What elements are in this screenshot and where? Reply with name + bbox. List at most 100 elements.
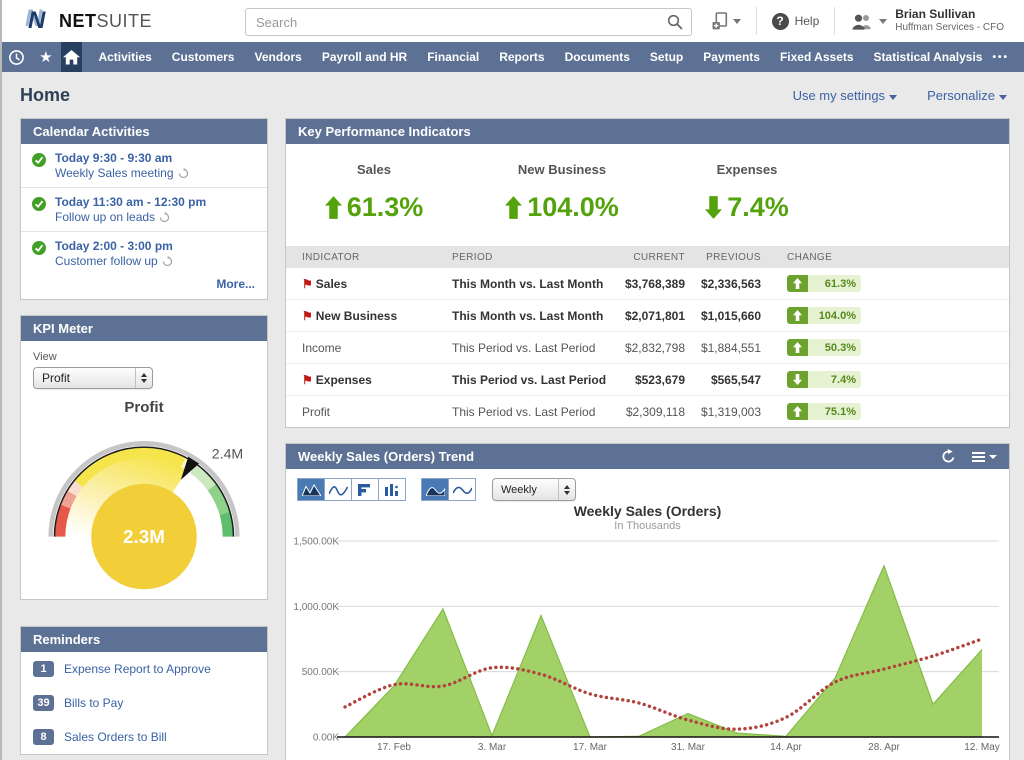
arrow-down-icon	[793, 374, 802, 385]
smooth-line-button[interactable]	[448, 478, 476, 501]
reminder-label: Expense Report to Approve	[64, 662, 211, 676]
change-badge: 7.4%	[787, 371, 861, 388]
kpi-row-income: IncomeThis Period vs. Last Period$2,832,…	[286, 331, 1009, 363]
x-axis-tick: 3. Mar	[478, 742, 507, 753]
shortcuts-button[interactable]: ★	[31, 42, 60, 72]
netsuite-logo[interactable]: NN NETSUITE	[24, 8, 152, 34]
search-icon[interactable]	[659, 14, 691, 30]
check-circle-icon	[32, 241, 46, 255]
change-badge: 50.3%	[787, 339, 861, 356]
nav-item-payroll-and-hr[interactable]: Payroll and HR	[312, 50, 417, 64]
kpi-change: 50.3%	[769, 339, 993, 356]
new-record-icon	[711, 12, 728, 30]
trend-period-select[interactable]: Weekly	[492, 478, 576, 501]
create-new-menu[interactable]	[696, 7, 756, 35]
nav-item-documents[interactable]: Documents	[555, 50, 640, 64]
kpi-period: This Period vs. Last Period	[452, 341, 617, 355]
arrow-up-icon	[793, 278, 802, 289]
help-icon: ?	[772, 13, 789, 30]
view-label: View	[33, 351, 255, 363]
main-nav: ★ ActivitiesCustomersVendorsPayroll and …	[2, 42, 1024, 72]
chart-type-line-button[interactable]	[324, 478, 352, 501]
nav-item-customers[interactable]: Customers	[162, 50, 245, 64]
reminder-sales-orders-to-bill[interactable]: 8Sales Orders to Bill	[21, 720, 267, 754]
nav-item-fixed-assets[interactable]: Fixed Assets	[770, 50, 864, 64]
home-tab[interactable]	[61, 42, 83, 72]
kpi-row-new-business: ⚑New BusinessThis Month vs. Last Month$2…	[286, 299, 1009, 331]
x-axis-tick: 28. Apr	[868, 742, 900, 753]
refresh-icon[interactable]	[941, 449, 956, 464]
nav-item-statistical-analysis[interactable]: Statistical Analysis	[864, 50, 993, 64]
use-my-settings-link[interactable]: Use my settings	[793, 88, 897, 103]
kpi-meter-panel-header: KPI Meter	[21, 316, 267, 341]
calendar-panel-header: Calendar Activities	[21, 119, 267, 144]
left-column: Calendar Activities Today 9:30 - 9:30 am…	[20, 118, 268, 760]
chart-type-column-button[interactable]	[378, 478, 406, 501]
user-role: Huffman Services - CFO	[895, 22, 1004, 35]
chart-type-area-button[interactable]	[297, 478, 325, 501]
user-icon	[850, 13, 874, 30]
kpi-current: $2,071,801	[617, 309, 685, 323]
x-axis-tick: 17. Feb	[377, 742, 411, 753]
column-chart-icon	[385, 484, 399, 496]
kpi-previous: $1,015,660	[685, 309, 769, 323]
y-axis-tick: 1,500.00K	[293, 537, 339, 548]
reminders-panel-header: Reminders	[21, 627, 267, 652]
calendar-item-1[interactable]: Today 9:30 - 9:30 amWeekly Sales meeting	[21, 144, 267, 187]
nav-item-activities[interactable]: Activities	[88, 50, 161, 64]
kpi-view-select[interactable]: Profit	[33, 367, 153, 389]
trend-chart: 0.00K500.00K1,000.00K1,500.00K17. Feb3. …	[287, 532, 1009, 760]
flag-icon: ⚑	[302, 373, 313, 387]
help-button[interactable]: ? Help	[756, 7, 835, 35]
kpi-previous: $1,884,551	[685, 341, 769, 355]
x-axis-tick: 31. Mar	[671, 742, 706, 753]
reminder-count-badge: 1	[33, 661, 54, 677]
trend-panel: Weekly Sales (Orders) Trend We	[285, 443, 1010, 760]
nav-overflow-button[interactable]: •••	[992, 52, 1009, 63]
arrow-up-icon	[325, 196, 342, 219]
nav-item-setup[interactable]: Setup	[640, 50, 693, 64]
calendar-item-subject: Weekly Sales meeting	[55, 166, 257, 180]
reminders-list: 1 Expense Report to Approve 39Bills to Pay…	[21, 652, 267, 754]
user-info: Brian Sullivan Huffman Services - CFO	[895, 7, 1004, 35]
help-label: Help	[795, 14, 820, 28]
smooth-area-button[interactable]	[421, 478, 449, 501]
gauge-value: 2.3M	[123, 526, 165, 547]
search-input[interactable]	[246, 15, 659, 30]
kpi-table-body: ⚑SalesThis Month vs. Last Month$3,768,38…	[286, 268, 1009, 427]
y-axis-tick: 0.00K	[313, 733, 339, 744]
chart-type-stacked-button[interactable]	[351, 478, 379, 501]
check-circle-icon	[32, 197, 46, 211]
calendar-more-link[interactable]: More...	[21, 275, 267, 299]
kpi-highlight-sales: Sales61.3%	[286, 162, 462, 223]
calendar-item-time: Today 11:30 am - 12:30 pm	[55, 195, 257, 209]
kpi-table-header: INDICATOR PERIOD CURRENT PREVIOUS CHANGE	[286, 246, 1009, 268]
calendar-item-3[interactable]: Today 2:00 - 3:00 pmCustomer follow up	[21, 231, 267, 275]
kpi-row-sales: ⚑SalesThis Month vs. Last Month$3,768,38…	[286, 268, 1009, 299]
nav-item-payments[interactable]: Payments	[693, 50, 770, 64]
nav-item-financial[interactable]: Financial	[417, 50, 489, 64]
kpi-previous: $2,336,563	[685, 277, 769, 291]
stacked-chart-icon	[358, 484, 372, 496]
kpi-highlight-expenses: Expenses7.4%	[662, 162, 832, 223]
recent-records-button[interactable]	[2, 42, 31, 72]
user-menu[interactable]: Brian Sullivan Huffman Services - CFO	[834, 7, 1019, 35]
kpi-panel: Key Performance Indicators Sales61.3%New…	[285, 118, 1010, 428]
y-axis-tick: 500.00K	[302, 667, 340, 678]
change-badge: 104.0%	[787, 307, 861, 324]
nav-item-vendors[interactable]: Vendors	[244, 50, 311, 64]
reminder-expense-report-to-approve[interactable]: 1 Expense Report to Approve	[21, 652, 267, 686]
kpi-highlight-new-business: New Business104.0%	[462, 162, 662, 223]
reminder-bills-to-pay[interactable]: 39Bills to Pay	[21, 686, 267, 720]
calendar-item-2[interactable]: Today 11:30 am - 12:30 pmFollow up on le…	[21, 187, 267, 231]
x-axis-tick: 17. Mar	[573, 742, 608, 753]
panel-menu-button[interactable]	[972, 452, 997, 462]
personalize-link[interactable]: Personalize	[927, 88, 1007, 103]
chevron-down-icon	[889, 95, 897, 100]
calendar-item-subject: Customer follow up	[55, 254, 257, 268]
calendar-item-time: Today 2:00 - 3:00 pm	[55, 239, 257, 253]
global-search	[245, 8, 692, 36]
nav-item-reports[interactable]: Reports	[489, 50, 554, 64]
kpi-change: 75.1%	[769, 403, 993, 420]
check-circle-icon	[32, 153, 46, 167]
